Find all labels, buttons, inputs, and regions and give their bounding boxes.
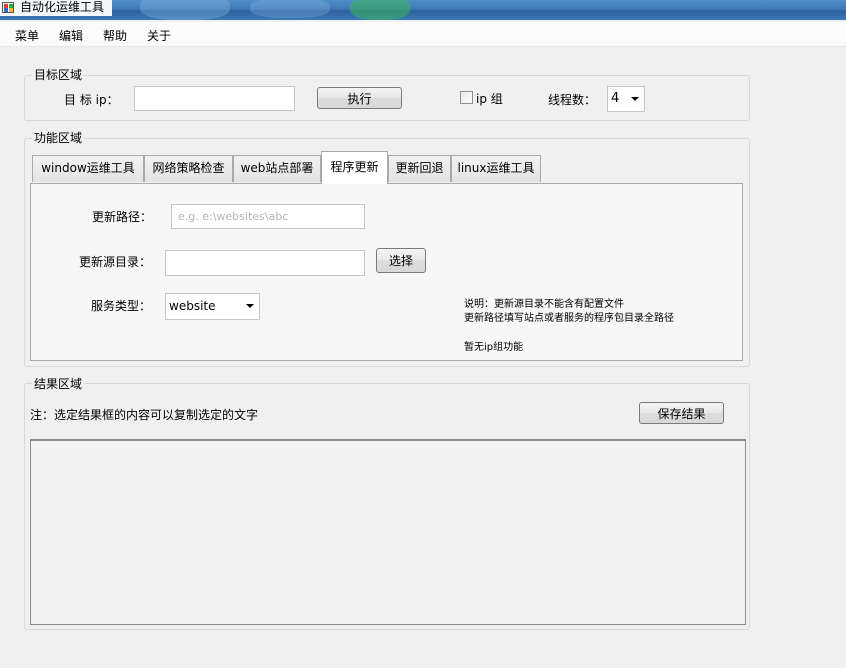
save-result-button[interactable]: 保存结果 <box>639 402 724 424</box>
update-path-label: 更新路径： <box>92 210 153 224</box>
ip-group-checkbox[interactable] <box>460 91 473 104</box>
service-type-select-value: website <box>169 299 216 313</box>
tab-web-deploy[interactable]: web站点部署 <box>233 155 321 182</box>
source-dir-label: 更新源目录： <box>79 255 152 269</box>
result-note: 注：选定结果框的内容可以复制选定的文字 <box>30 408 259 422</box>
save-result-button-label: 保存结果 <box>657 406 706 421</box>
tab-update-rollback[interactable]: 更新回退 <box>388 155 451 182</box>
result-group-title: 结果区域 <box>32 377 85 391</box>
chevron-down-icon <box>631 97 639 101</box>
note-line-2: 更新路径填写站点或者服务的程序包目录全路径 <box>464 313 674 324</box>
chevron-down-icon <box>246 304 254 308</box>
execute-button-label: 执行 <box>347 91 372 106</box>
threads-label: 线程数： <box>548 93 597 107</box>
tab-program-update[interactable]: 程序更新 <box>321 151 388 184</box>
execute-button[interactable]: 执行 <box>317 87 402 109</box>
source-dir-input[interactable] <box>165 250 365 276</box>
threads-select[interactable]: 4 <box>607 86 645 112</box>
menu-bar: 菜单 编辑 帮助 关于 <box>0 22 846 47</box>
title-bar[interactable]: 自动化运维工具 <box>0 0 846 20</box>
function-group-title: 功能区域 <box>32 131 85 145</box>
select-dir-button-label: 选择 <box>388 254 413 268</box>
result-textarea[interactable] <box>30 439 746 625</box>
app-icon <box>2 2 14 13</box>
tab-window-tools[interactable]: window运维工具 <box>32 155 144 182</box>
menu-item-help[interactable]: 帮助 <box>103 27 127 44</box>
tab-network-policy[interactable]: 网络策略检查 <box>144 155 233 182</box>
service-type-label: 服务类型： <box>91 299 152 313</box>
background-glow <box>140 0 230 20</box>
update-path-input[interactable] <box>171 204 365 229</box>
menu-item-menu[interactable]: 菜单 <box>15 27 39 44</box>
target-group-title: 目标区域 <box>32 68 85 82</box>
ip-group-label: ip 组 <box>476 92 503 106</box>
window-title: 自动化运维工具 <box>0 0 112 16</box>
menu-item-edit[interactable]: 编辑 <box>59 27 83 44</box>
target-ip-label: 目 标 ip： <box>64 93 119 107</box>
note-line-3: 暂无ip组功能 <box>464 342 524 353</box>
threads-select-value: 4 <box>611 91 620 106</box>
tab-linux-tools[interactable]: linux运维工具 <box>451 155 541 182</box>
background-glow <box>250 0 330 18</box>
select-dir-button[interactable]: 选择 <box>376 248 426 273</box>
service-type-select[interactable]: website <box>165 293 260 320</box>
menu-item-about[interactable]: 关于 <box>147 27 171 44</box>
note-line-1: 说明：更新源目录不能含有配置文件 <box>464 299 624 310</box>
background-glow <box>350 0 410 20</box>
window-title-text: 自动化运维工具 <box>20 0 105 14</box>
target-ip-input[interactable] <box>134 86 295 111</box>
